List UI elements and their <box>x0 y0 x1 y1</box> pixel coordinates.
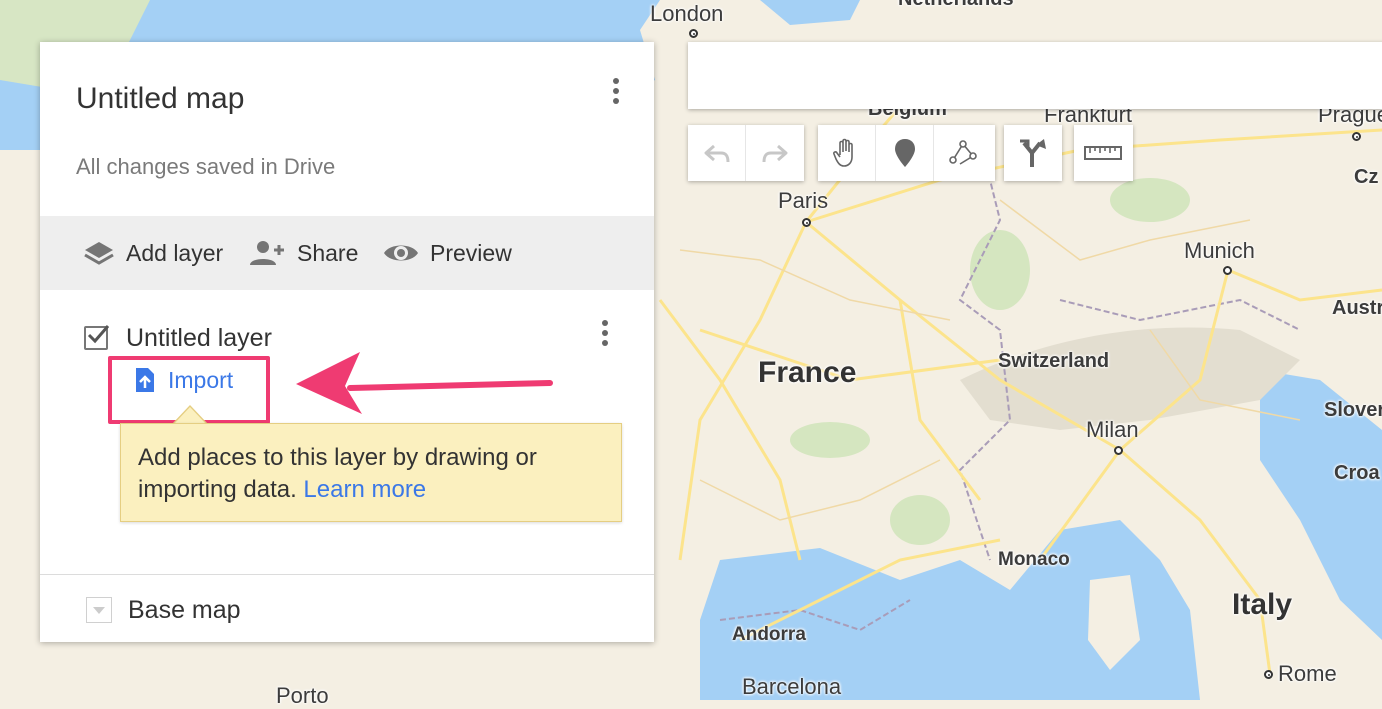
import-tooltip: Add places to this layer by drawing or i… <box>120 423 622 522</box>
map-label-london: London <box>650 1 724 26</box>
directions-icon <box>1020 139 1046 167</box>
base-map-expand-toggle[interactable] <box>86 597 112 623</box>
layer-visibility-checkbox[interactable] <box>84 325 110 350</box>
add-layer-button[interactable]: Add layer <box>82 216 223 290</box>
map-panel: Untitled map All changes saved in Drive … <box>40 42 654 642</box>
draw-line-icon <box>949 140 977 165</box>
milan-dot <box>1114 446 1123 455</box>
more-vert-icon-dot <box>602 330 608 336</box>
add-marker-button[interactable] <box>876 125 934 181</box>
triangle-down-icon <box>93 607 105 614</box>
map-label-monaco: Monaco <box>998 549 1070 570</box>
upload-file-icon <box>136 368 154 392</box>
munich-dot <box>1223 266 1232 275</box>
base-map-label: Base map <box>128 595 241 624</box>
map-label-porto: Porto <box>276 683 329 708</box>
panel-divider <box>40 574 654 575</box>
more-vert-icon <box>602 320 608 326</box>
preview-button[interactable]: Preview <box>382 216 512 290</box>
map-title[interactable]: Untitled map <box>76 82 244 116</box>
preview-label: Preview <box>430 239 512 266</box>
add-layer-label: Add layer <box>126 239 224 266</box>
directions-group <box>1004 125 1062 181</box>
map-label-barcelona: Barcelona <box>742 674 842 699</box>
measure-group <box>1074 125 1133 181</box>
layers-icon <box>84 242 114 265</box>
add-directions-button[interactable] <box>1004 125 1062 181</box>
map-label-italy: Italy <box>1232 588 1293 621</box>
more-vert-icon-dot <box>602 340 608 346</box>
share-button[interactable]: Share <box>247 216 358 290</box>
measure-button[interactable] <box>1074 125 1132 181</box>
map-label-andorra: Andorra <box>732 624 806 645</box>
ruler-icon <box>1084 146 1122 160</box>
more-vert-icon <box>613 78 619 84</box>
map-label-netherlands: Netherlands <box>898 0 1014 11</box>
map-label-france: France <box>758 356 857 389</box>
map-label-slovenia: Slover <box>1324 399 1382 421</box>
london-dot <box>689 29 698 38</box>
layer-name[interactable]: Untitled layer <box>126 324 272 353</box>
search-box[interactable] <box>688 42 1382 109</box>
map-options-button[interactable] <box>606 78 626 114</box>
save-status: All changes saved in Drive <box>76 154 336 179</box>
actions-bar: Add layer Share Preview <box>40 216 654 290</box>
undo-button[interactable] <box>688 125 746 181</box>
prague-dot <box>1352 132 1361 141</box>
layer-options-button[interactable] <box>598 320 612 356</box>
import-button[interactable]: Import <box>134 366 233 394</box>
share-label: Share <box>297 239 359 266</box>
map-label-rome: Rome <box>1278 661 1337 686</box>
map-label-croatia: Croa <box>1334 462 1380 484</box>
map-label-cz: Cz <box>1354 166 1379 188</box>
paris-dot <box>802 218 811 227</box>
marker-icon <box>894 139 915 167</box>
map-label-munich: Munich <box>1184 238 1255 263</box>
select-pan-button[interactable] <box>818 125 876 181</box>
tooltip-caret <box>172 405 208 425</box>
base-map-row[interactable]: Base map <box>86 590 241 630</box>
undo-icon <box>704 144 729 163</box>
map-label-paris: Paris <box>778 188 829 213</box>
layer-header: Untitled layer <box>84 320 272 356</box>
check-icon <box>87 325 110 344</box>
eye-icon <box>384 245 418 261</box>
undo-redo-group <box>688 125 804 181</box>
redo-button[interactable] <box>746 125 804 181</box>
draw-line-button[interactable] <box>934 125 992 181</box>
learn-more-link[interactable]: Learn more <box>303 476 426 503</box>
hand-icon <box>832 138 853 167</box>
map-label-milan: Milan <box>1086 417 1139 442</box>
add-person-icon <box>250 241 284 265</box>
more-vert-icon-dot <box>613 88 619 94</box>
map-label-austria: Austria <box>1332 297 1382 319</box>
rome-dot <box>1264 670 1273 679</box>
map-label-switzerland: Switzerland <box>998 350 1110 372</box>
more-vert-icon-dot <box>613 98 619 104</box>
tools-group <box>818 125 995 181</box>
redo-icon <box>762 144 788 163</box>
import-label: Import <box>168 366 234 393</box>
